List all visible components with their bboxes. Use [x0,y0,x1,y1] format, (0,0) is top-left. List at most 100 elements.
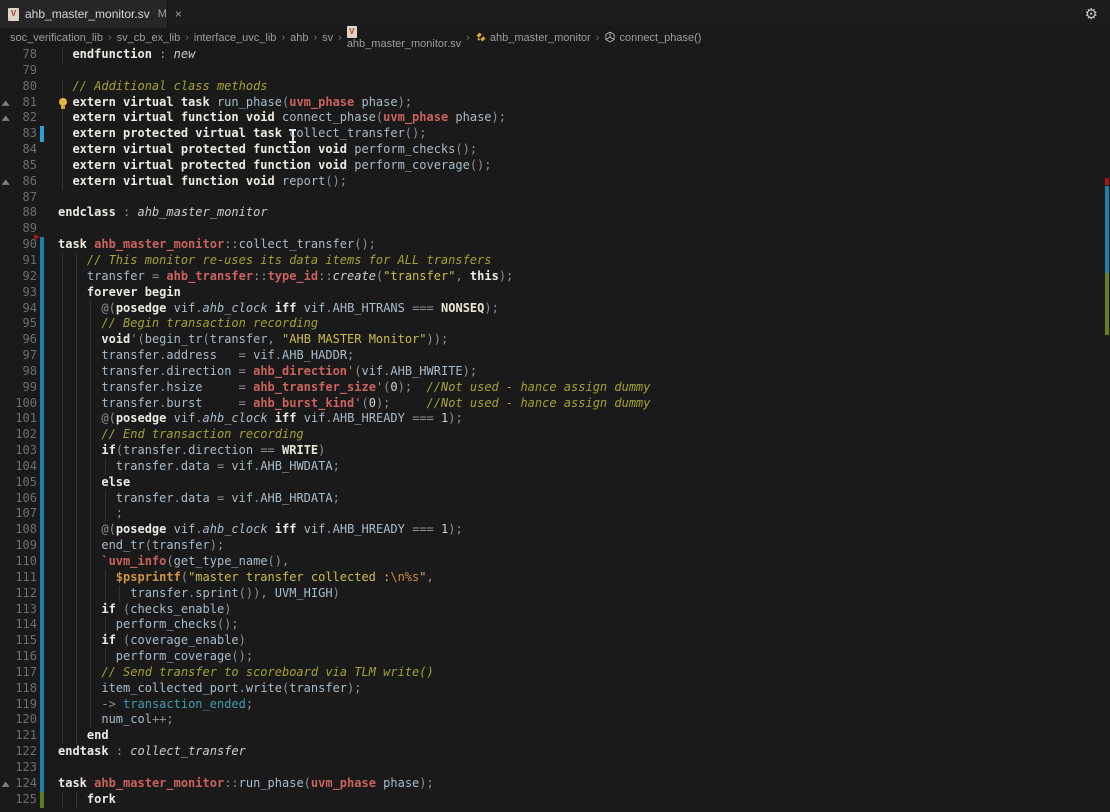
git-change-indicator[interactable] [40,411,44,427]
git-change-indicator[interactable] [40,744,44,760]
code-line-81[interactable]: ▲81 extern virtual task run_phase(uvm_ph… [0,95,1110,111]
git-change-indicator[interactable] [40,380,44,396]
git-change-indicator[interactable] [40,348,44,364]
line-number[interactable]: 97 [0,348,37,364]
git-change-indicator[interactable] [40,364,44,380]
line-number[interactable]: 113 [0,602,37,618]
line-number[interactable]: 88 [0,205,37,221]
code-line-105[interactable]: 105 else [0,475,1110,491]
code-line-80[interactable]: 80 // Additional class methods [0,79,1110,95]
breadcrumb-item-interface-uvc-lib[interactable]: interface_uvc_lib [194,32,277,44]
code-line-92[interactable]: 92 transfer = ahb_transfer::type_id::cre… [0,269,1110,285]
line-number[interactable]: 114 [0,617,37,633]
line-number[interactable]: 81 [0,95,37,111]
git-change-indicator[interactable] [40,728,44,744]
line-number[interactable]: 110 [0,554,37,570]
line-number[interactable]: 98 [0,364,37,380]
git-change-indicator[interactable] [40,538,44,554]
git-change-indicator[interactable] [40,332,44,348]
line-number[interactable]: 78 [0,47,37,63]
line-number[interactable]: 104 [0,459,37,475]
code-line-104[interactable]: 104 transfer.data = vif.AHB_HWDATA; [0,459,1110,475]
code-line-79[interactable]: 79 [0,63,1110,79]
git-change-indicator[interactable] [40,285,44,301]
git-change-indicator[interactable] [40,712,44,728]
code-line-86[interactable]: ▲86 extern virtual function void report(… [0,174,1110,190]
git-change-indicator[interactable] [40,253,44,269]
code-line-106[interactable]: 106 transfer.data = vif.AHB_HRDATA; [0,491,1110,507]
line-number[interactable]: 86 [0,174,37,190]
code-line-111[interactable]: 111 $psprintf("master transfer collected… [0,570,1110,586]
line-number[interactable]: 89 [0,221,37,237]
line-number[interactable]: 80 [0,79,37,95]
line-number[interactable]: 107 [0,506,37,522]
git-change-indicator[interactable] [40,776,44,792]
line-number[interactable]: 92 [0,269,37,285]
breadcrumb-item-sv[interactable]: sv [322,32,333,44]
git-change-indicator[interactable] [40,506,44,522]
git-change-indicator[interactable] [40,602,44,618]
git-change-indicator[interactable] [40,633,44,649]
git-change-indicator[interactable] [40,760,44,776]
git-deleted-indicator[interactable] [34,234,40,240]
line-number[interactable]: 102 [0,427,37,443]
code-line-94[interactable]: 94 @(posedge vif.ahb_clock iff vif.AHB_H… [0,301,1110,317]
breadcrumb-item-ahb[interactable]: ahb [290,32,308,44]
line-number[interactable]: 117 [0,665,37,681]
git-change-indicator[interactable] [40,554,44,570]
line-number[interactable]: 90 [0,237,37,253]
code-line-107[interactable]: 107 ; [0,506,1110,522]
git-change-indicator[interactable] [40,301,44,317]
breadcrumb-item-sv-cb-ex-lib[interactable]: sv_cb_ex_lib [117,32,181,44]
code-line-116[interactable]: 116 perform_coverage(); [0,649,1110,665]
code-line-98[interactable]: 98 transfer.direction = ahb_direction'(v… [0,364,1110,380]
code-editor[interactable]: 78 endfunction : new7980 // Additional c… [0,47,1110,812]
breadcrumb-item-ahb-master-monitor-sv[interactable]: V ahb_master_monitor.sv [347,26,461,50]
line-number[interactable]: 124 [0,776,37,792]
code-line-108[interactable]: 108 @(posedge vif.ahb_clock iff vif.AHB_… [0,522,1110,538]
code-line-99[interactable]: 99 transfer.hsize = ahb_transfer_size'(0… [0,380,1110,396]
code-line-89[interactable]: 89 [0,221,1110,237]
code-line-125[interactable]: 125 fork [0,792,1110,808]
code-line-100[interactable]: 100 transfer.burst = ahb_burst_kind'(0);… [0,396,1110,412]
line-number[interactable]: 125 [0,792,37,808]
code-line-96[interactable]: 96 void'(begin_tr(transfer, "AHB MASTER … [0,332,1110,348]
line-number[interactable]: 111 [0,570,37,586]
line-number[interactable]: 87 [0,190,37,206]
code-line-90[interactable]: 90task ahb_master_monitor::collect_trans… [0,237,1110,253]
line-number[interactable]: 82 [0,110,37,126]
git-change-indicator[interactable] [40,396,44,412]
code-line-83[interactable]: 83 extern protected virtual task collect… [0,126,1110,142]
line-number[interactable]: 109 [0,538,37,554]
git-change-indicator[interactable] [40,269,44,285]
code-line-91[interactable]: 91 // This monitor re-uses its data item… [0,253,1110,269]
line-number[interactable]: 94 [0,301,37,317]
breadcrumb-item-soc-verification-lib[interactable]: soc_verification_lib [10,32,103,44]
code-line-95[interactable]: 95 // Begin transaction recording [0,316,1110,332]
code-line-122[interactable]: 122endtask : collect_transfer [0,744,1110,760]
code-line-102[interactable]: 102 // End transaction recording [0,427,1110,443]
line-number[interactable]: 95 [0,316,37,332]
code-line-103[interactable]: 103 if(transfer.direction == WRITE) [0,443,1110,459]
git-change-indicator[interactable] [40,491,44,507]
code-line-119[interactable]: 119 -> transaction_ended; [0,697,1110,713]
line-number[interactable]: 122 [0,744,37,760]
code-line-101[interactable]: 101 @(posedge vif.ahb_clock iff vif.AHB_… [0,411,1110,427]
close-tab-icon[interactable]: × [175,7,182,21]
line-number[interactable]: 115 [0,633,37,649]
git-change-indicator[interactable] [40,681,44,697]
code-line-97[interactable]: 97 transfer.address = vif.AHB_HADDR; [0,348,1110,364]
code-line-93[interactable]: 93 forever begin [0,285,1110,301]
line-number[interactable]: 108 [0,522,37,538]
line-number[interactable]: 93 [0,285,37,301]
lightbulb-icon[interactable] [59,98,67,106]
gear-icon[interactable]: ⚙ [1085,5,1098,23]
code-line-121[interactable]: 121 end [0,728,1110,744]
line-number[interactable]: 116 [0,649,37,665]
code-line-87[interactable]: 87 [0,190,1110,206]
git-change-indicator[interactable] [40,427,44,443]
line-number[interactable]: 85 [0,158,37,174]
line-number[interactable]: 100 [0,396,37,412]
code-line-115[interactable]: 115 if (coverage_enable) [0,633,1110,649]
breadcrumb-item-connect-phase-[interactable]: connect_phase() [604,31,701,44]
